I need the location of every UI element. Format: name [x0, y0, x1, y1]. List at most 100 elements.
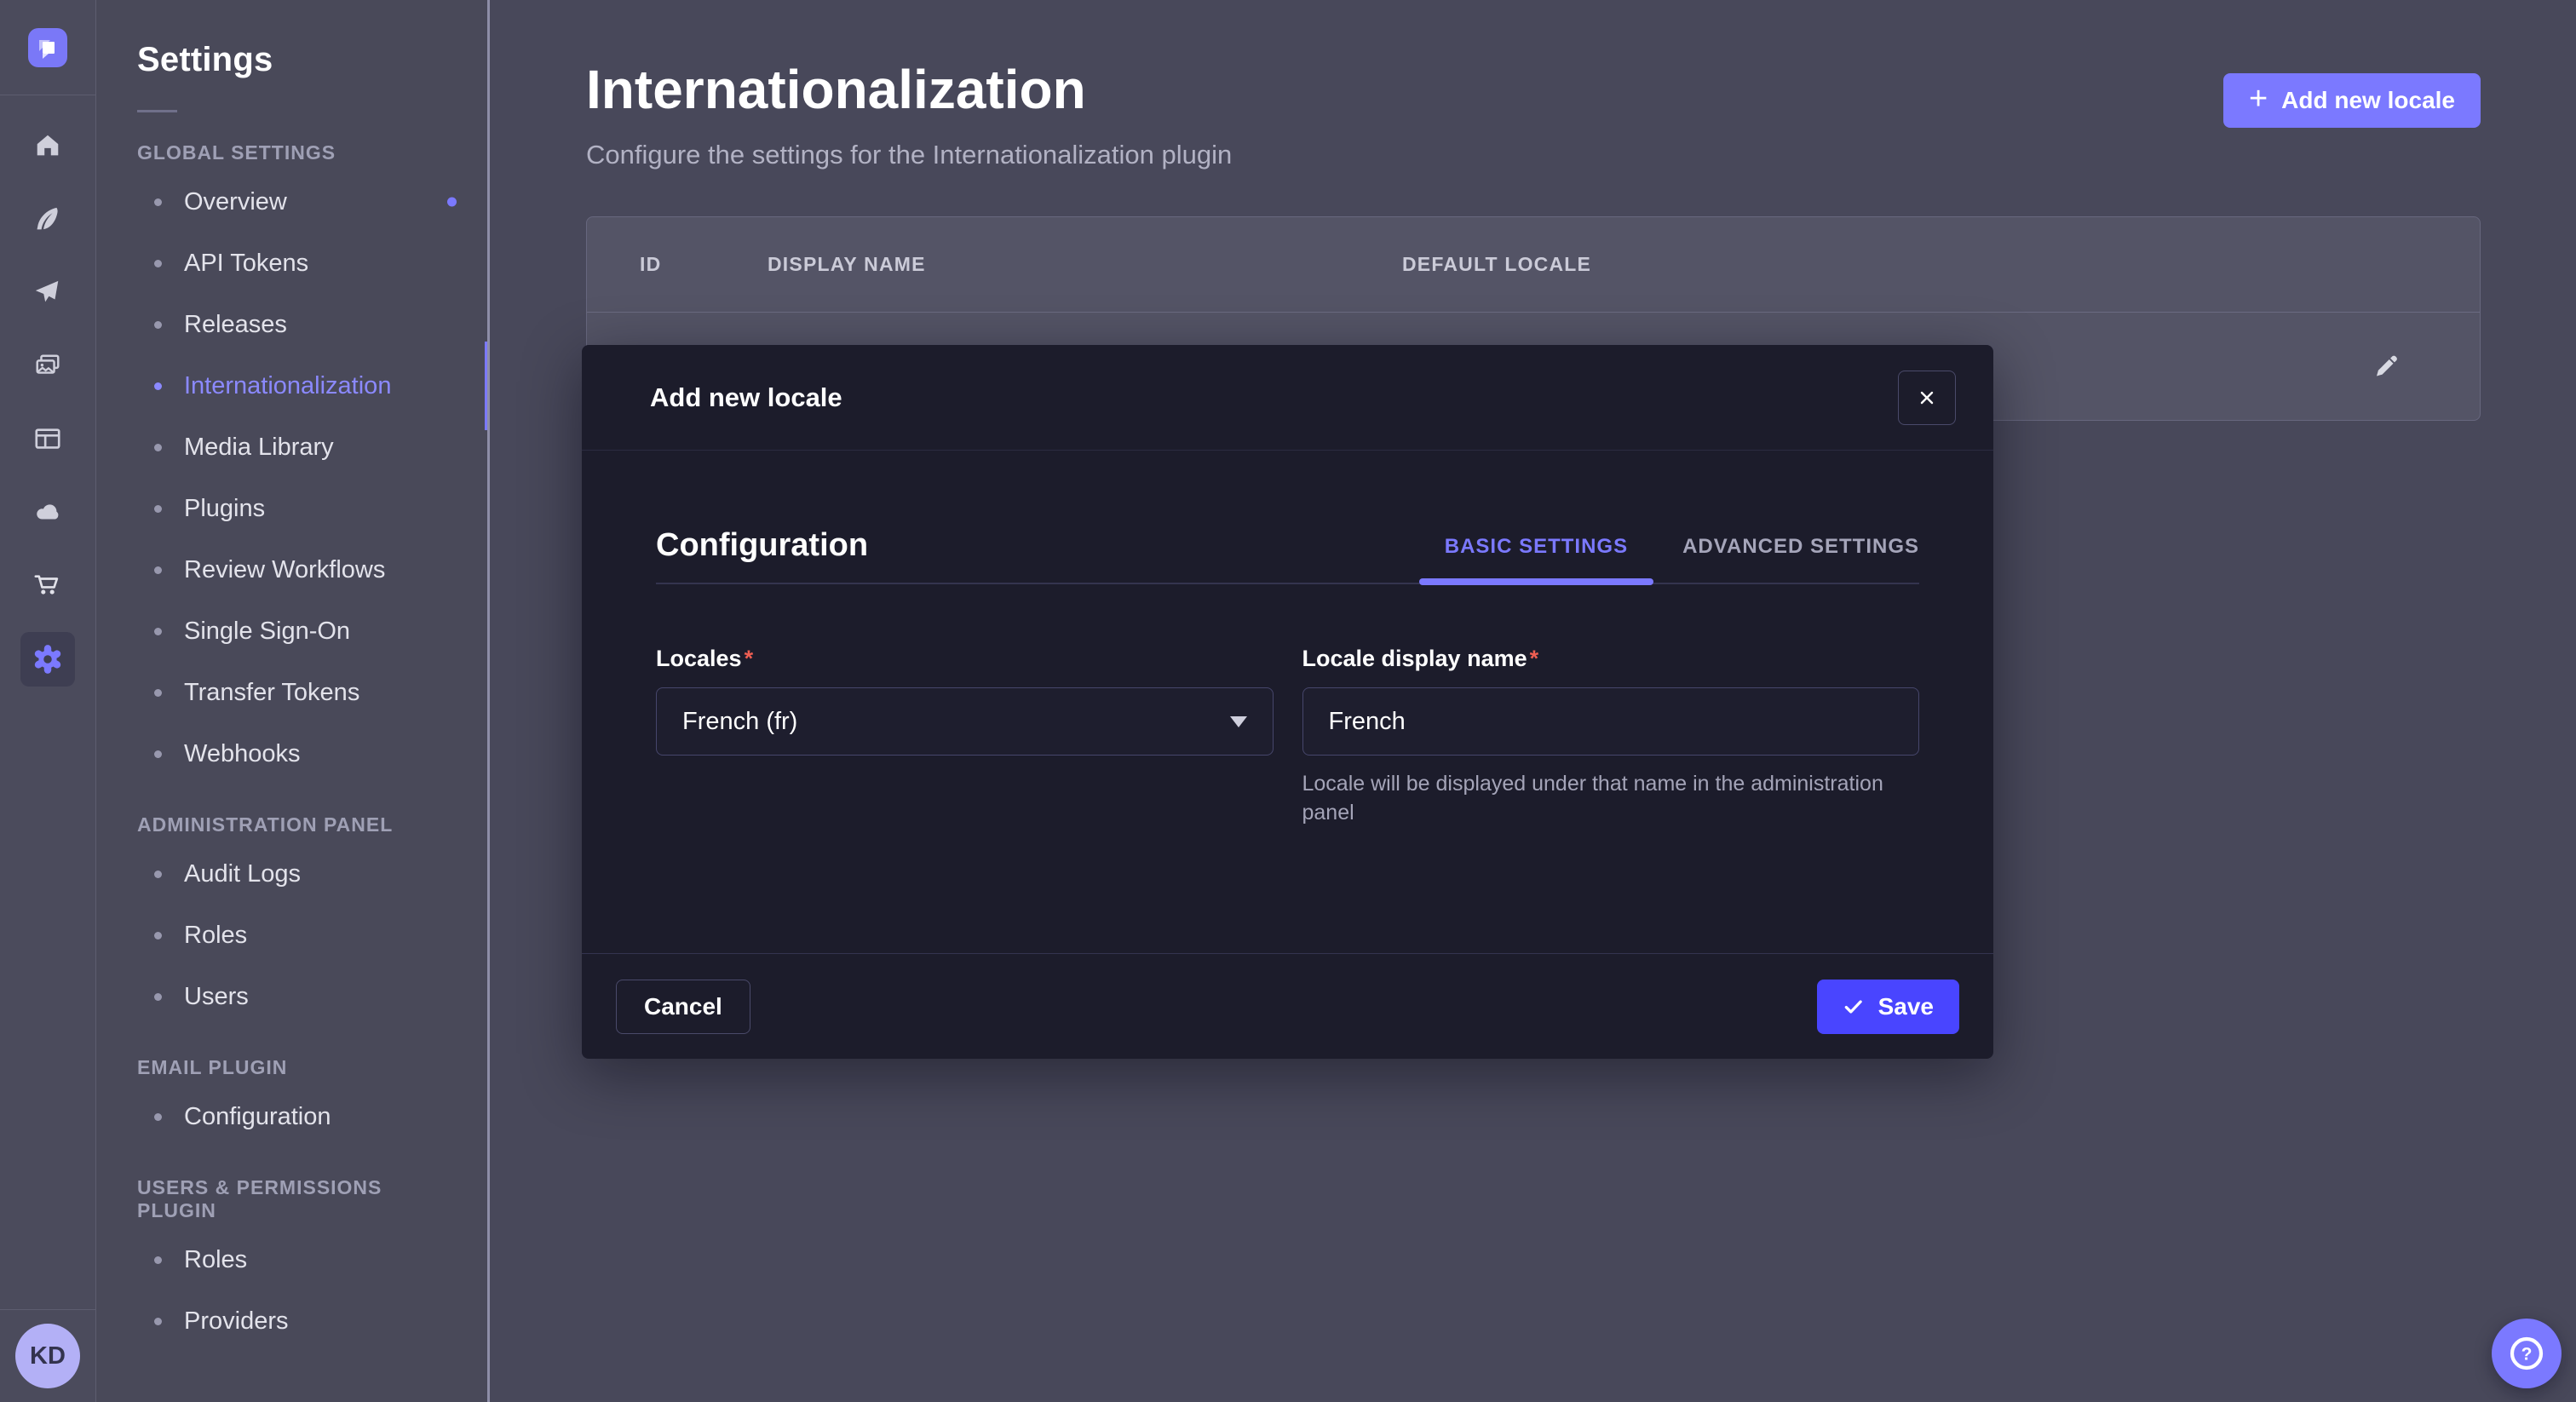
sidebar-item-transfer-tokens[interactable]: Transfer Tokens [96, 662, 487, 723]
required-marker: * [1530, 646, 1539, 671]
sidebar-item-users[interactable]: Users [96, 966, 487, 1027]
add-locale-modal: Add new locale Configuration BASIC SETTI… [582, 345, 1993, 1059]
configuration-row: Configuration BASIC SETTINGS ADVANCED SE… [656, 451, 1919, 583]
sidebar-item-label: Roles [184, 922, 247, 950]
display-name-input[interactable] [1302, 687, 1920, 756]
media-library-icon[interactable] [32, 351, 63, 382]
home-icon[interactable] [32, 131, 63, 162]
modal-title: Add new locale [650, 382, 842, 413]
sidebar-item-label: Transfer Tokens [184, 679, 359, 707]
sidebar-item-api-tokens[interactable]: API Tokens [96, 233, 487, 294]
section-label: ADMINISTRATION PANEL [137, 813, 446, 836]
cancel-button[interactable]: Cancel [616, 980, 750, 1034]
sidebar-item-label: Single Sign-On [184, 618, 350, 646]
strapi-logo-icon [28, 28, 67, 67]
rail-navigation [20, 131, 75, 675]
sidebar-item-providers[interactable]: Providers [96, 1290, 487, 1352]
sidebar-item-label: Providers [184, 1307, 289, 1336]
sidebar-item-up-roles[interactable]: Roles [96, 1229, 487, 1290]
sidebar-item-label: Media Library [184, 434, 334, 462]
bullet-icon [154, 321, 162, 329]
chevron-down-icon [1230, 716, 1247, 727]
edit-locale-button[interactable] [2367, 348, 2405, 385]
tab-divider [656, 583, 1919, 584]
required-marker: * [745, 646, 754, 671]
tab-basic-settings[interactable]: BASIC SETTINGS [1445, 535, 1628, 583]
configuration-title: Configuration [656, 527, 868, 583]
sidebar-item-admin-roles[interactable]: Roles [96, 905, 487, 966]
bullet-icon [154, 750, 162, 758]
bullet-icon [154, 198, 162, 206]
bullet-icon [154, 1256, 162, 1264]
sidebar-item-media-library[interactable]: Media Library [96, 417, 487, 478]
sidebar-item-label: Plugins [184, 495, 265, 523]
paper-plane-icon[interactable] [32, 278, 63, 308]
sidebar-item-label: Configuration [184, 1103, 331, 1131]
avatar[interactable]: KD [15, 1324, 80, 1388]
section-users-permissions-plugin: USERS & PERMISSIONS PLUGIN Roles Provide… [96, 1176, 487, 1352]
sidebar-item-label: Webhooks [184, 740, 301, 768]
sidebar-item-audit-logs[interactable]: Audit Logs [96, 843, 487, 905]
workspace-logo-section [0, 0, 95, 95]
settings-sidebar: Settings GLOBAL SETTINGS Overview API To… [96, 0, 490, 1402]
question-mark-icon: ? [2507, 1334, 2546, 1373]
section-administration-panel: ADMINISTRATION PANEL Audit Logs Roles Us… [96, 813, 487, 1027]
locale-form: Locales* French (fr) Locale display name… [656, 646, 1919, 827]
close-icon [1915, 386, 1939, 410]
display-name-field-group: Locale display name* Locale will be disp… [1302, 646, 1920, 827]
add-new-locale-button[interactable]: + Add new locale [2223, 73, 2481, 128]
locales-select-value: French (fr) [682, 708, 797, 736]
column-header-display-name: DISPLAY NAME [768, 253, 1402, 276]
rail-footer: KD [0, 1309, 95, 1402]
sidebar-item-label: Releases [184, 311, 287, 339]
cloud-icon[interactable] [32, 497, 63, 528]
display-name-hint: Locale will be displayed under that name… [1302, 769, 1899, 827]
display-name-label: Locale display name* [1302, 646, 1920, 672]
pencil-icon [2371, 351, 2401, 382]
sidebar-item-label: Users [184, 983, 249, 1011]
sidebar-item-label: Review Workflows [184, 556, 385, 584]
layout-icon[interactable] [32, 424, 63, 455]
sidebar-item-webhooks[interactable]: Webhooks [96, 723, 487, 784]
bullet-icon [154, 993, 162, 1001]
cart-icon[interactable] [32, 571, 63, 601]
section-email-plugin: EMAIL PLUGIN Configuration [96, 1056, 487, 1147]
modal-header: Add new locale [582, 345, 1993, 451]
bullet-icon [154, 689, 162, 697]
save-button-label: Save [1878, 993, 1934, 1020]
page-subtitle: Configure the settings for the Internati… [586, 140, 1232, 170]
sidebar-title: Settings [137, 41, 487, 79]
column-header-id: ID [640, 253, 768, 276]
sidebar-item-review-workflows[interactable]: Review Workflows [96, 539, 487, 600]
bullet-icon [154, 1113, 162, 1121]
bullet-icon [154, 932, 162, 939]
title-divider [137, 110, 177, 112]
sidebar-item-internationalization[interactable]: Internationalization [96, 355, 487, 417]
table-header-row: ID DISPLAY NAME DEFAULT LOCALE [587, 217, 2480, 313]
icon-rail: KD [0, 0, 96, 1402]
sidebar-item-single-sign-on[interactable]: Single Sign-On [96, 600, 487, 662]
modal-body: Configuration BASIC SETTINGS ADVANCED SE… [582, 451, 1993, 827]
title-block: Internationalization Configure the setti… [586, 60, 1232, 170]
bullet-icon [154, 505, 162, 513]
sidebar-item-label: Overview [184, 188, 287, 216]
tab-advanced-settings[interactable]: ADVANCED SETTINGS [1682, 535, 1919, 583]
bullet-icon [154, 260, 162, 267]
save-button[interactable]: Save [1817, 980, 1959, 1034]
feather-icon[interactable] [32, 204, 63, 235]
locales-select[interactable]: French (fr) [656, 687, 1274, 756]
bullet-icon [154, 628, 162, 635]
help-button[interactable]: ? [2492, 1319, 2562, 1388]
close-modal-button[interactable] [1898, 371, 1956, 425]
sidebar-item-email-configuration[interactable]: Configuration [96, 1086, 487, 1147]
settings-gear-icon[interactable] [20, 632, 75, 687]
tab-list: BASIC SETTINGS ADVANCED SETTINGS [1445, 535, 1919, 583]
sidebar-item-overview[interactable]: Overview [96, 171, 487, 233]
locales-label: Locales* [656, 646, 1274, 672]
sidebar-item-label: Audit Logs [184, 860, 301, 888]
sidebar-item-releases[interactable]: Releases [96, 294, 487, 355]
page-title: Internationalization [586, 60, 1232, 119]
sidebar-item-plugins[interactable]: Plugins [96, 478, 487, 539]
strapi-logo[interactable] [28, 28, 67, 67]
tab-label: BASIC SETTINGS [1445, 535, 1628, 558]
